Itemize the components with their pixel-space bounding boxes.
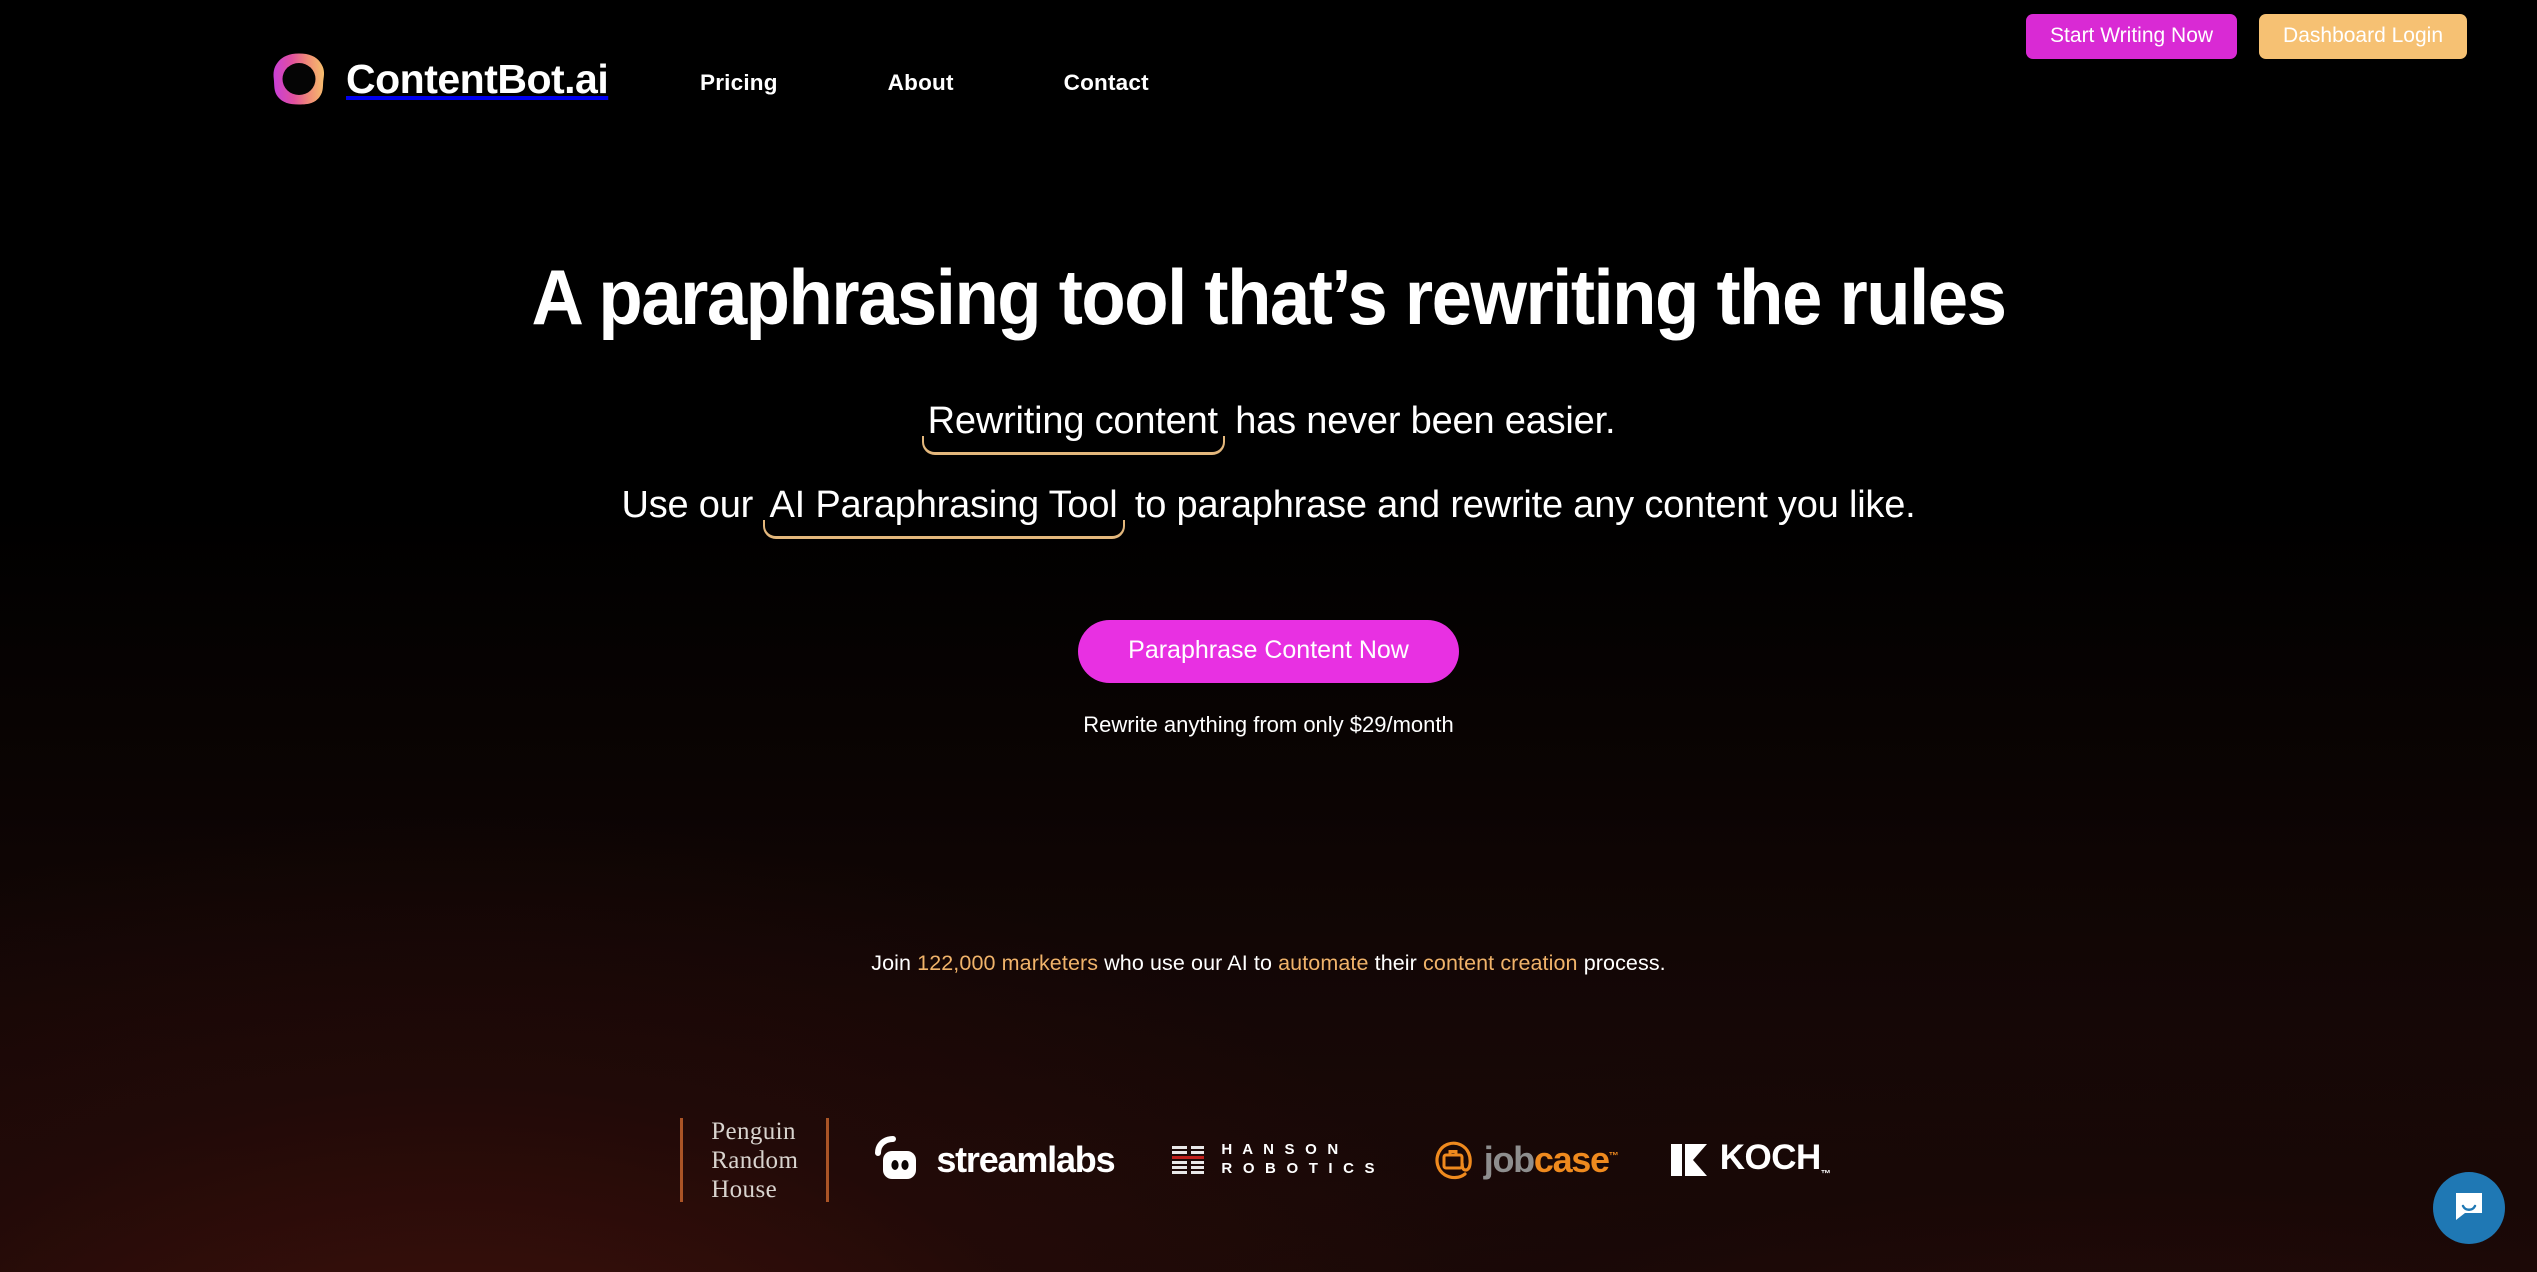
- logo-streamlabs: streamlabs: [829, 1134, 1144, 1186]
- logo-divider-right: [826, 1118, 830, 1202]
- nav-link-contact[interactable]: Contact: [1064, 66, 1149, 100]
- start-writing-now-button[interactable]: Start Writing Now: [2026, 14, 2238, 59]
- jobcase-wordmark-job: job: [1483, 1139, 1535, 1180]
- contentbot-ring-logo-icon: [268, 48, 330, 110]
- jobcase-wordmark-case: case: [1533, 1139, 1610, 1180]
- logo-hanson-robotics: H A N S O N R O B O T I C S: [1144, 1141, 1405, 1179]
- hero-subtitle-primary-rest: has never been easier.: [1224, 400, 1616, 442]
- intercom-chat-launcher-button[interactable]: [2433, 1172, 2505, 1244]
- highlight-rewriting-content: Rewriting content: [921, 400, 1226, 455]
- social-proof-automate: automate: [1278, 951, 1369, 975]
- logo-koch: KOCH™: [1645, 1140, 1857, 1180]
- jobcase-trademark: ™: [1608, 1151, 1619, 1162]
- prh-line-3: House: [711, 1175, 778, 1203]
- pricing-note: Rewrite anything from only $29/month: [1083, 712, 1454, 737]
- nav-link-about[interactable]: About: [888, 66, 954, 100]
- logo-jobcase: jobcase™: [1406, 1138, 1645, 1182]
- hanson-robotics-mark-icon: [1172, 1145, 1210, 1175]
- page-background: ContentBot.ai Pricing About Contact Star…: [0, 0, 2537, 1272]
- prh-line-1: Penguin: [711, 1117, 796, 1145]
- prh-line-2: Random: [711, 1146, 799, 1174]
- hero-subtitle-secondary-before: Use our: [621, 484, 764, 526]
- brand-logo-link[interactable]: ContentBot.ai: [268, 48, 609, 110]
- streamlabs-mark-icon: [871, 1134, 923, 1186]
- paraphrase-content-now-button[interactable]: Paraphrase Content Now: [1078, 620, 1459, 683]
- site-header: ContentBot.ai Pricing About Contact Star…: [0, 0, 2537, 150]
- streamlabs-wordmark: streamlabs: [936, 1139, 1115, 1180]
- koch-trademark: ™: [1820, 1169, 1831, 1180]
- hero-section: A paraphrasing tool that’s rewriting the…: [0, 0, 2537, 1272]
- social-proof-part4: process.: [1577, 951, 1666, 975]
- hanson-line-1: H A N S O N: [1221, 1141, 1342, 1159]
- cta-container: Paraphrase Content Now: [0, 620, 2537, 683]
- customer-logo-strip: Penguin Random House streamlabs H A N S …: [0, 1110, 2537, 1210]
- social-proof-text: Join 122,000 marketers who use our AI to…: [0, 951, 2537, 976]
- primary-nav: Pricing About Contact: [700, 66, 1149, 100]
- hero-subtitle-secondary-after: to paraphrase and rewrite any content yo…: [1124, 484, 1916, 526]
- hero-subtitle-primary: Rewriting content has never been easier.: [0, 400, 2537, 455]
- social-proof-content-creation: content creation: [1423, 951, 1578, 975]
- koch-wordmark: KOCH: [1719, 1138, 1822, 1177]
- koch-mark-icon: [1670, 1144, 1711, 1176]
- hanson-line-2: R O B O T I C S: [1221, 1160, 1378, 1177]
- chat-smile-icon: [2452, 1189, 2486, 1228]
- brand-name: ContentBot.ai: [346, 55, 609, 102]
- logo-penguin-random-house: Penguin Random House: [683, 1117, 826, 1204]
- logo-divider-left: [680, 1118, 684, 1202]
- highlight-ai-paraphrasing-tool: AI Paraphrasing Tool: [763, 484, 1125, 539]
- header-actions: Start Writing Now Dashboard Login: [2026, 14, 2467, 59]
- hero-subtitle-secondary: Use our AI Paraphrasing Tool to paraphra…: [0, 484, 2537, 539]
- social-proof-count: 122,000 marketers: [917, 951, 1099, 975]
- social-proof-part3: their: [1368, 951, 1424, 975]
- jobcase-at-briefcase-icon: [1432, 1138, 1476, 1182]
- page-title: A paraphrasing tool that’s rewriting the…: [531, 253, 2007, 341]
- social-proof-part1: Join: [871, 951, 918, 975]
- dashboard-login-button[interactable]: Dashboard Login: [2259, 14, 2467, 59]
- nav-link-pricing[interactable]: Pricing: [700, 66, 778, 100]
- social-proof-part2: who use our AI to: [1098, 951, 1279, 975]
